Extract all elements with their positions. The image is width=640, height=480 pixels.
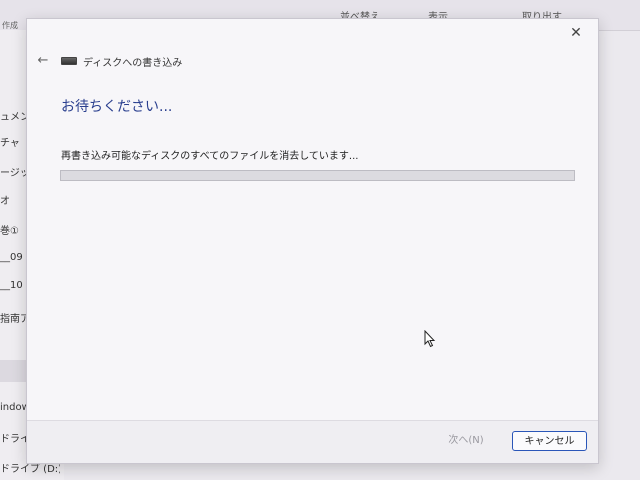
close-icon[interactable]: ✕ [568,25,584,41]
cancel-button[interactable]: キャンセル [512,431,587,451]
mouse-cursor-icon [424,330,436,348]
please-wait-heading: お待ちください... [61,99,173,115]
erase-status-text: 再書き込み可能なディスクのすべてのファイルを消去しています... [61,151,359,162]
dialog-header: ディスクへの書き込み [61,53,182,69]
optical-drive-icon [61,57,77,65]
dialog-title: ディスクへの書き込み [83,57,183,69]
dialog-footer: 次へ(N) キャンセル [27,420,598,463]
burn-to-disc-dialog: ✕ ← ディスクへの書き込み お待ちください... 再書き込み可能なディスクのす… [26,18,599,464]
back-arrow-icon[interactable]: ← [35,53,51,69]
progress-bar [60,170,575,181]
next-button[interactable]: 次へ(N) [431,431,501,451]
